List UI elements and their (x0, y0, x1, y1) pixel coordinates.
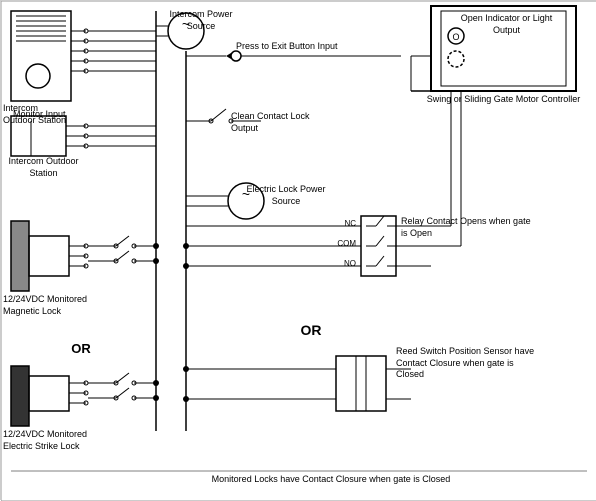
or-label-bottom: OR (281, 321, 341, 339)
no-label-1: NO (331, 259, 356, 269)
or-label-top: OR (56, 341, 106, 358)
gate-motor-label: Swing or Sliding Gate Motor Controller (426, 94, 581, 106)
intercom-outdoor-label: Intercom OutdoorStation (6, 156, 81, 179)
electric-strike-label: 12/24VDC Monitored Electric Strike Lock (3, 429, 103, 452)
press-to-exit-label: Press to Exit Button Input (236, 41, 376, 53)
clean-contact-label: Clean Contact Lock Output (231, 111, 331, 134)
open-indicator-label: Open Indicator or Light Output (448, 13, 565, 36)
reed-switch-label: Reed Switch Position Sensor have Contact… (396, 346, 536, 381)
diagram-container: ~ ~ (0, 0, 596, 500)
monitored-locks-note: Monitored Locks have Contact Closure whe… (171, 474, 491, 486)
intercom-power-source-label: Intercom Power Source (161, 9, 241, 32)
com-label-1: COM (331, 239, 356, 249)
intercom-outdoor-station-label: Intercom Outdoor Station (3, 103, 73, 126)
nc-label-1: NC (331, 219, 356, 229)
electric-lock-power-label: Electric Lock Power Source (241, 184, 331, 207)
relay-contact-label: Relay Contact Opens when gate is Open (401, 216, 531, 239)
magnetic-lock-label: 12/24VDC Monitored Magnetic Lock (3, 294, 93, 317)
